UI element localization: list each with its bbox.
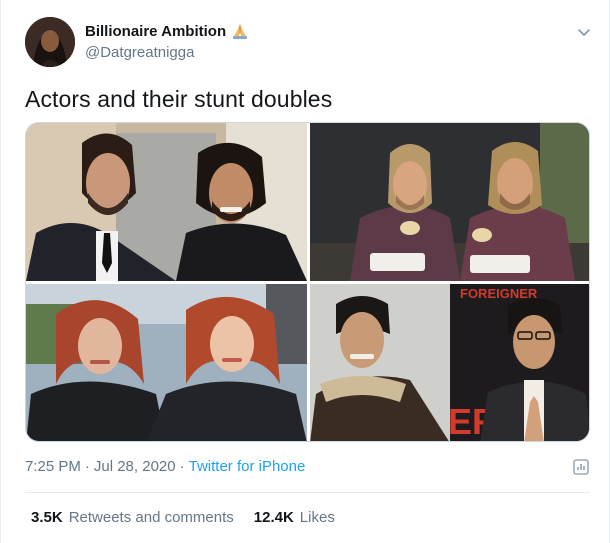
meta-separator: · bbox=[84, 458, 90, 475]
retweets-label: Retweets and comments bbox=[68, 509, 234, 526]
avatar[interactable] bbox=[25, 17, 75, 67]
photo-jackie-chan-and-double[interactable]: FOREIGNER ER bbox=[310, 284, 589, 441]
tweet-text: Actors and their stunt doubles bbox=[25, 86, 333, 112]
tweet-time[interactable]: 7:25 PM bbox=[25, 458, 81, 475]
photo-keanu-and-double[interactable] bbox=[26, 123, 307, 281]
meta-separator: · bbox=[179, 458, 185, 475]
divider bbox=[25, 492, 590, 493]
tweet-date[interactable]: Jul 28, 2020 bbox=[94, 458, 176, 475]
tweet-meta: 7:25 PM · Jul 28, 2020 · Twitter for iPh… bbox=[25, 458, 305, 475]
photo-scarlett-johansson-and-double[interactable] bbox=[26, 284, 307, 441]
likes-stat[interactable]: 12.4K Likes bbox=[254, 509, 335, 526]
tweet-card: Billionaire Ambition @Datgreatnigga Acto… bbox=[0, 0, 610, 543]
analytics-icon[interactable] bbox=[572, 458, 590, 476]
chevron-down-icon[interactable] bbox=[576, 24, 592, 40]
retweets-stat[interactable]: 3.5K Retweets and comments bbox=[31, 509, 234, 526]
photo-chris-hemsworth-and-double[interactable] bbox=[310, 123, 589, 281]
display-name[interactable]: Billionaire Ambition bbox=[85, 23, 226, 40]
retweets-count: 3.5K bbox=[31, 509, 63, 526]
pray-icon bbox=[231, 22, 249, 40]
likes-label: Likes bbox=[299, 509, 335, 526]
likes-count: 12.4K bbox=[253, 509, 294, 526]
engagement-stats: 3.5K Retweets and comments 12.4K Likes bbox=[31, 509, 335, 526]
source-link[interactable]: Twitter for iPhone bbox=[189, 458, 306, 475]
handle[interactable]: @Datgreatnigga bbox=[85, 44, 194, 61]
media-grid[interactable]: FOREIGNER ER bbox=[25, 122, 590, 442]
